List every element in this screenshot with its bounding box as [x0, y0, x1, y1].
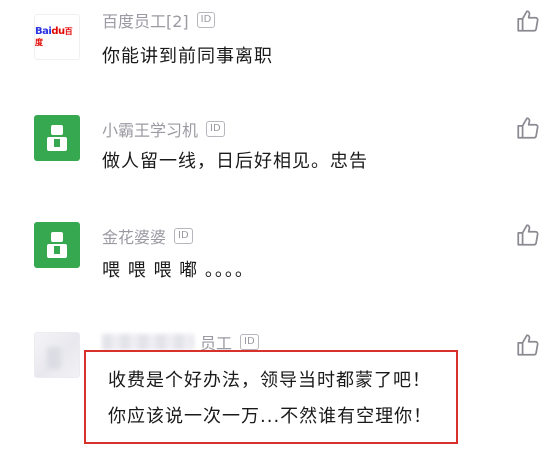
comment-text-line: 你应该说一次一万...不然谁有空理你！ [108, 406, 433, 427]
id-badge: ID [240, 334, 259, 350]
avatar[interactable] [34, 115, 80, 161]
avatar[interactable]: Baidu百度 [34, 14, 80, 60]
comment-text-line: 收费是个好办法，领导当时都蒙了吧！ [108, 370, 431, 391]
author-name[interactable]: 百度员工[2] [102, 8, 189, 32]
author-name[interactable]: 金花婆婆 [102, 224, 166, 248]
thumbs-up-icon[interactable] [515, 222, 541, 248]
thumbs-up-icon[interactable] [515, 115, 541, 141]
thumbs-up-icon[interactable] [515, 332, 541, 358]
redacted-name [102, 334, 194, 350]
comment-header: 百度员工[2] ID [102, 8, 216, 32]
avatar[interactable] [34, 332, 80, 378]
person-icon [47, 125, 67, 151]
id-badge: ID [206, 121, 225, 137]
baidu-logo: Baidu百度 [35, 26, 73, 47]
comment-header: 小霸王学习机 ID [102, 117, 225, 141]
id-badge: ID [196, 12, 216, 28]
person-icon [47, 232, 67, 258]
author-name[interactable]: 小霸王学习机 [102, 117, 198, 141]
id-badge: ID [174, 228, 193, 244]
comment-text: 做人留一线，日后好相见。忠告 [102, 151, 368, 172]
thumbs-up-icon[interactable] [515, 8, 541, 34]
comment-header: 金花婆婆 ID [102, 224, 193, 248]
comment-text: 喂 喂 喂 嘟 。。。。 [102, 260, 254, 281]
comment-text: 你能讲到前同事离职 [102, 46, 273, 67]
highlight-box: 收费是个好办法，领导当时都蒙了吧！ 你应该说一次一万...不然谁有空理你！ [84, 350, 458, 444]
avatar[interactable] [34, 222, 80, 268]
